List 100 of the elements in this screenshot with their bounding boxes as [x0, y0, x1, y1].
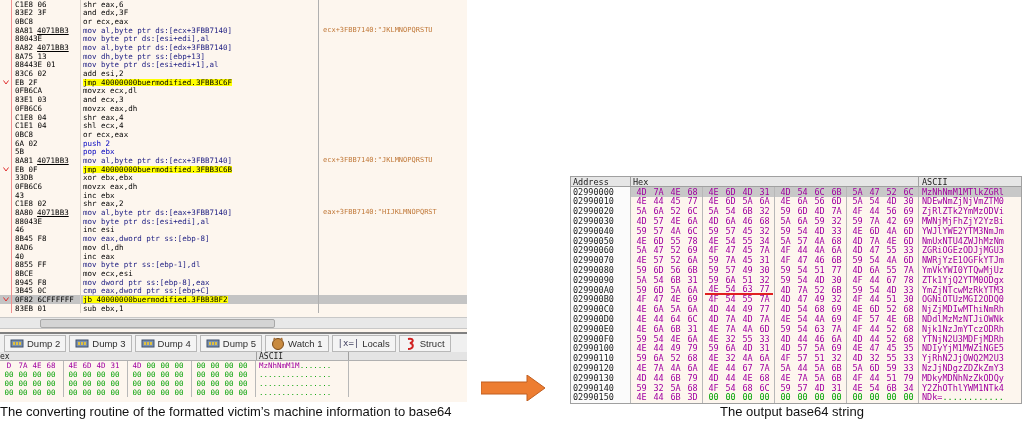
hex-byte: 4E [669, 217, 682, 226]
hex-byte: 00 [868, 393, 881, 402]
hex-byte: 7A [830, 324, 843, 334]
ascii-text: NmUxNTU4ZWJhMzNm [922, 236, 1004, 246]
hex-byte: 54 [652, 334, 665, 344]
hex-byte: 6A [686, 364, 699, 373]
tab[interactable]: Struct [398, 335, 451, 352]
hex-byte: 4D [707, 373, 720, 383]
hex-byte: 52 [885, 305, 898, 314]
hex-byte: 4E [635, 236, 648, 246]
hex-byte: 4D [779, 344, 792, 353]
hex-byte: 67 [741, 364, 754, 373]
hex-byte: 49 [741, 266, 754, 275]
address: 02990100 [573, 344, 614, 353]
hex-byte: 59 [635, 285, 648, 295]
hex-byte: 6A [724, 275, 737, 285]
hex-byte: 69 [902, 207, 915, 216]
hex-byte: 6D [758, 324, 771, 334]
hex-byte: 59 [779, 207, 792, 216]
hex-byte: 46 [741, 217, 754, 226]
ascii-text: NWRjYzE1OGFkYTJm [922, 256, 1004, 265]
hex-byte: 4E [635, 344, 648, 353]
hex-byte: 59 [851, 217, 864, 226]
hex-byte: 4D [707, 305, 720, 314]
hex-byte: 78 [686, 236, 699, 246]
column-header: Hex [631, 177, 919, 186]
hex-byte: 4D [851, 334, 864, 344]
hex-byte: 47 [652, 295, 665, 304]
dump-row[interactable]: 02990010 4E 44 45 77 4E 6D 5A 6A 4E 6A 56 6D 5A 54 4D 30 NDEwNmZjNjVmZTM0 [571, 196, 1021, 207]
tab[interactable]: Dump 4 [134, 335, 197, 352]
dump-row[interactable]: 02990060 5A 47 52 69 4F 47 45 7A 4F 44 4A 6A 4D 47 55 33 ZGRiOGEzODJjMGU3 [571, 245, 1021, 256]
hex-byte: 00 [830, 393, 843, 402]
hex-byte: 79 [686, 373, 699, 383]
address: 02990110 [573, 354, 614, 363]
hex-byte: 32 [830, 295, 843, 304]
hex-byte: 44 [868, 295, 881, 304]
dump-row[interactable]: 029900F0 59 54 4E 6A 4E 32 55 33 4D 44 46 6A 4D 44 52 68 YTNjN2U3MDFjMDRh [571, 333, 1021, 344]
tab[interactable]: Dump 2 [4, 335, 67, 352]
tab[interactable]: Dump 5 [199, 335, 263, 352]
hex-byte: 44 [724, 364, 737, 373]
hex-byte: 4D [779, 295, 792, 304]
hex-byte: 55 [741, 334, 754, 344]
hex-byte: 77 [830, 266, 843, 275]
hex-byte: 57 [724, 266, 737, 275]
hex-byte: 6B [830, 373, 843, 383]
hex-byte: 4D [741, 187, 754, 197]
hex-byte: 59 [635, 226, 648, 236]
hex-byte: 6A [868, 266, 881, 275]
hex-byte: 6A [686, 285, 699, 295]
hex-byte: 6A [686, 305, 699, 314]
dump-row[interactable]: 02990050 4E 6D 55 78 4E 54 55 34 5A 57 4A 68 4D 7A 4E 6D NmUxNTU4ZWJhMzNm [571, 236, 1021, 246]
dump-row[interactable]: 02990140 59 32 5A 68 4F 54 68 6C 59 57 4D 31 4E 54 6B 34 Y2ZhOThlYWM1NTk4 [571, 382, 1021, 393]
hex-byte: 4E [707, 354, 720, 363]
hex-byte: 6D [652, 285, 665, 295]
hex-byte: 55 [885, 354, 898, 363]
hex-byte: 6B [686, 266, 699, 275]
dump-row[interactable]: 02990150 4E 44 6B 3D 00 00 00 00 00 00 00 00 00 00 00 00 NDk=............ [571, 392, 1021, 403]
hex-byte: 68 [686, 354, 699, 363]
dump-row[interactable]: 02990090 5A 54 6B 31 59 6A 51 32 59 54 4D 30 4F 44 67 78 ZTk1YjQ2YTM0ODgx [571, 275, 1021, 285]
tab[interactable]: Dump 3 [69, 335, 132, 352]
dump-row[interactable]: 02990130 4D 44 6B 79 4D 44 4E 68 4E 7A 5A 6B 4F 44 51 79 MDkyMDNhNzZkODQy [571, 373, 1021, 383]
hex-byte: 51 [813, 354, 826, 363]
hex-byte: 4E [635, 305, 648, 314]
hex-byte: 7A [830, 207, 843, 216]
dump-row[interactable]: 02990100 4E 44 49 79 59 6A 4D 31 4D 57 5A 69 4E 47 45 35 NDIyYjM1MWZiNGE5 [571, 343, 1021, 354]
hex-byte: 6B [902, 315, 915, 324]
hex-byte: 59 [779, 275, 792, 285]
hex-byte: 33 [902, 364, 915, 373]
tab[interactable]: Watch 1 [265, 335, 329, 352]
ascii-text: YjRhN2JjOWQ2M2U3 [922, 354, 1004, 363]
dump-row[interactable]: 029900B0 4F 47 4E 69 4F 54 55 7A 4D 47 49 32 4F 44 51 30 OGNiOTUzMGI2ODQ0 [571, 294, 1021, 305]
hex-byte: 59 [851, 256, 864, 265]
hex-byte: 54 [724, 236, 737, 246]
hex-byte: 7A [652, 187, 665, 197]
hex-byte: 32 [652, 383, 665, 393]
tab[interactable]: |x=| Locals [331, 335, 396, 352]
hex-byte: 6C [686, 226, 699, 236]
scrollbar[interactable] [0, 317, 467, 329]
hex-byte: 4D [851, 266, 864, 275]
hex-byte: 45 [741, 226, 754, 236]
hex-byte: 4E [635, 364, 648, 373]
hex-byte: 6D [724, 187, 737, 197]
hex-byte: 4E [635, 256, 648, 265]
hex-byte: 5A [741, 197, 754, 206]
ascii-text: YTNjN2U3MDFjMDRh [922, 334, 1004, 344]
hex-byte: 30 [758, 266, 771, 275]
hex-byte: 55 [669, 236, 682, 246]
address: 02990060 [573, 246, 614, 255]
address: 02990080 [573, 266, 614, 275]
hex-byte: 68 [686, 187, 699, 197]
dump-row[interactable]: 02990000 4D 7A 4E 68 4E 6D 4D 31 4D 54 6C 6B 5A 47 52 6C MzNhNmM1MTlkZGRl [571, 187, 1021, 197]
dump-row[interactable]: 029900E0 4E 6A 6B 31 4E 7A 4A 6D 59 54 63 7A 4F 44 52 68 Njk1NzJmYTczODRh [571, 324, 1021, 334]
scroll-thumb[interactable] [40, 318, 275, 328]
hex-byte: 4D [779, 305, 792, 314]
hex-byte: 31 [758, 256, 771, 265]
hex-byte: 56 [885, 207, 898, 216]
dump-row[interactable]: 029900A0 59 6D 5A 6A 4E 54 63 77 4D 7A 52 6B 59 54 4D 33 YmZjNTcwMzRkYTM3 [571, 284, 1021, 295]
hex-byte: 59 [779, 324, 792, 334]
chip-icon [140, 338, 155, 349]
dump-row[interactable]: 02990040 59 57 4A 6C 59 57 45 32 59 54 4D 33 4E 6D 4A 6D YWJlYWE2YTM3NmJm [571, 226, 1021, 236]
